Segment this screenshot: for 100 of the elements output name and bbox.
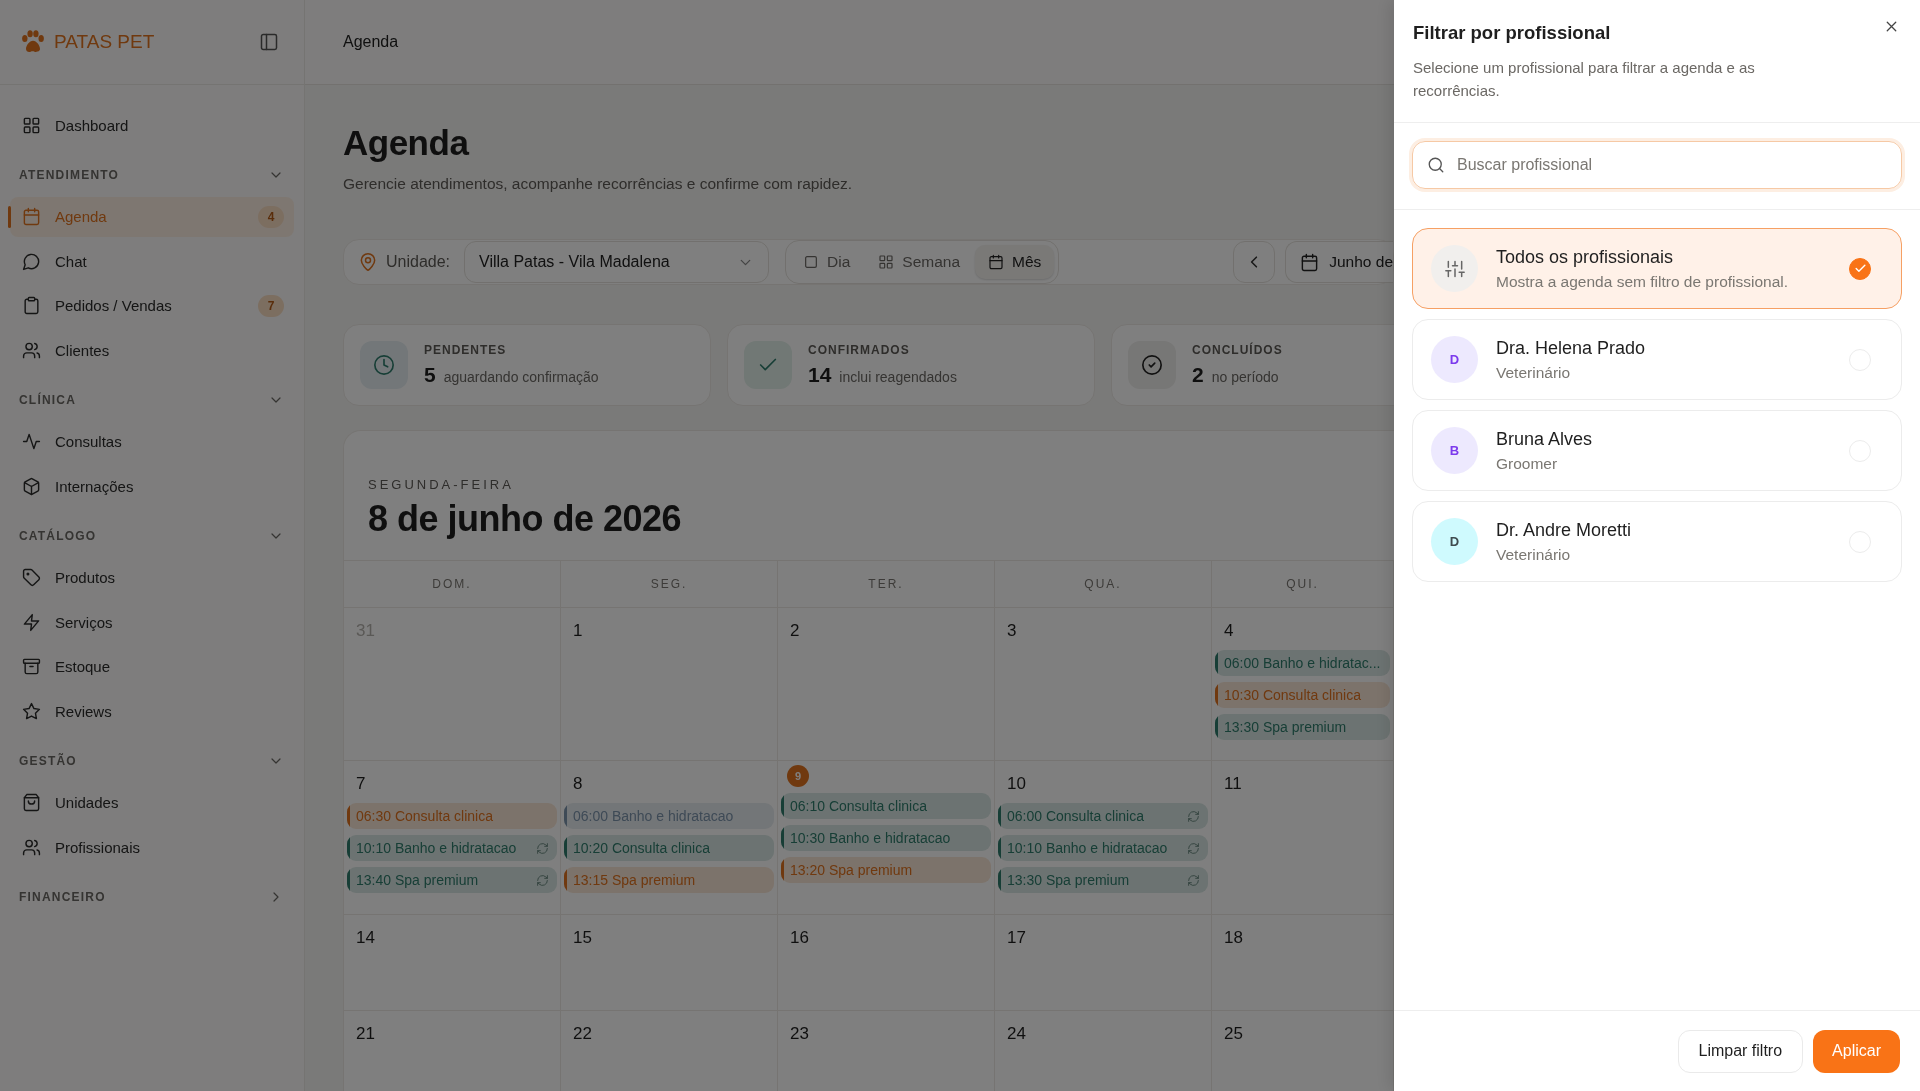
day-number: 15 (573, 927, 592, 949)
count-badge: 4 (258, 205, 284, 228)
professional-name: Todos os profissionais (1496, 246, 1675, 268)
section-header[interactable]: CLÍNICA (10, 380, 294, 419)
sidebar-item[interactable]: Reviews (10, 691, 294, 731)
unit-select[interactable]: Villa Patas - Vila Madalena (464, 241, 770, 283)
initial-avatar: B (1431, 427, 1478, 474)
sidebar-item[interactable]: Internações (10, 466, 294, 506)
page-subtitle: Gerencie atendimentos, acompanhe recorrências e confirme com rapidez. (343, 175, 854, 193)
day-cell[interactable]: 2 (778, 608, 995, 761)
calendar-icon (22, 207, 41, 226)
weekday-header: DOM. (344, 561, 561, 608)
section-title: CATÁLOGO (19, 528, 97, 543)
dashboard-icon (22, 115, 41, 135)
day-cell[interactable]: 14 (344, 915, 561, 1011)
sidebar-item[interactable]: Produtos (10, 557, 294, 598)
day-number: 2 (790, 620, 800, 642)
cube-icon (22, 476, 41, 496)
section-header[interactable]: FINANCEIRO (10, 877, 294, 916)
day-cell[interactable]: 3 (995, 608, 1212, 761)
drawer-description: Selecione um profissional para filtrar a agenda e as recorrências. (1413, 58, 1756, 101)
day-number: 3 (1007, 620, 1017, 642)
professional-option[interactable]: B Bruna Alves Groomer (1412, 410, 1902, 491)
professional-option[interactable]: D Dra. Helena Prado Veterinário (1412, 319, 1902, 400)
day-number: 22 (573, 1023, 592, 1045)
sidebar-item[interactable]: Dashboard (10, 105, 294, 145)
day-cell[interactable]: 15 (561, 915, 778, 1011)
day-cell[interactable]: 1 (561, 608, 778, 761)
section-title: FINANCEIRO (19, 889, 106, 904)
day-number: 7 (356, 773, 366, 795)
sidebar-item[interactable]: Unidades (10, 782, 294, 823)
lightning-icon (22, 612, 41, 632)
day-number: 18 (1224, 927, 1243, 949)
initial-avatar: D (1431, 518, 1478, 565)
stat-value: 14 (808, 363, 832, 387)
day-cell[interactable]: 17 (995, 915, 1212, 1011)
professional-detail: Veterinário (1496, 545, 1572, 564)
professional-name: Bruna Alves (1496, 428, 1594, 450)
sidebar-item[interactable]: Consultas (10, 421, 294, 462)
day-cell[interactable]: 21 (344, 1011, 561, 1091)
day-number: 1 (573, 620, 583, 642)
weekday-header: QUA. (995, 561, 1212, 608)
professional-option[interactable]: D Dr. Andre Moretti Veterinário (1412, 501, 1902, 582)
stat-note: no período (1211, 369, 1279, 385)
day-number: 17 (1007, 927, 1026, 949)
sidebar-item[interactable]: Pedidos / Vendas 7 (10, 285, 294, 326)
view-tab[interactable]: Semana (865, 245, 974, 279)
day-number: 16 (790, 927, 809, 949)
sidebar-item[interactable]: Chat (10, 241, 294, 281)
section-title: CLÍNICA (19, 392, 77, 407)
day-number: 25 (1224, 1023, 1243, 1045)
refresh-icon (1187, 841, 1200, 855)
day-cell[interactable]: 10 06:00 Consulta clinica 10:10 Banho e hidratacao 13:30 Spa premium (995, 761, 1212, 915)
section-header[interactable]: CATÁLOGO (10, 516, 294, 555)
professional-option[interactable]: Todos os profissionais Mostra a agenda sem filtro de profissional. (1412, 228, 1902, 309)
date-button[interactable]: Junho de (1285, 241, 1393, 283)
clear-filter-button[interactable]: Limpar filtro (1677, 1029, 1804, 1073)
brand-name: PATAS PET (54, 31, 155, 53)
star-icon (22, 701, 41, 721)
weekday-header: TER. (778, 561, 995, 608)
refresh-icon (1187, 873, 1200, 887)
check-icon (1853, 262, 1867, 275)
users-icon (22, 340, 41, 360)
professional-detail: Veterinário (1496, 363, 1572, 382)
search-field[interactable]: Buscar profissional (1455, 155, 1887, 175)
day-cell[interactable]: 24 (995, 1011, 1212, 1091)
section-header[interactable]: ATENDIMENTO (10, 155, 294, 194)
count-badge: 7 (258, 294, 284, 317)
view-tab[interactable]: Mês (975, 245, 1055, 279)
professional-detail: Groomer (1496, 454, 1559, 473)
refresh-icon (1187, 809, 1200, 823)
users-icon (22, 837, 41, 857)
sidebar-item[interactable]: Serviços (10, 602, 294, 642)
section-title: GESTÃO (19, 753, 77, 768)
clock-icon (373, 354, 395, 376)
chevron-left-icon (1250, 254, 1259, 270)
day-number: 14 (356, 927, 375, 949)
day-cell[interactable]: 16 (778, 915, 995, 1011)
tag-icon (22, 568, 41, 587)
day-cell[interactable]: 22 (561, 1011, 778, 1091)
section-header[interactable]: GESTÃO (10, 741, 294, 780)
professional-name: Dra. Helena Prado (1496, 337, 1647, 359)
day-number: 9 (787, 765, 809, 787)
day-cell[interactable]: 23 (778, 1011, 995, 1091)
sidebar-item[interactable]: Agenda 4 (10, 196, 294, 237)
view-tab[interactable]: Dia (790, 245, 864, 279)
clipboard-icon (22, 296, 41, 315)
sidebar-toggle[interactable] (259, 32, 279, 52)
grid-icon (878, 254, 895, 270)
day-cell[interactable]: 7 06:30 Consulta clinica 10:10 Banho e hidratacao 13:40 Spa premium (344, 761, 561, 915)
refresh-icon (536, 841, 549, 855)
stat-label: PENDENTES (424, 343, 508, 357)
day-number: 4 (1224, 620, 1234, 642)
day-cell[interactable]: 9 06:10 Consulta clinica 10:30 Banho e hidratacao 13:20 Spa premium (778, 761, 995, 915)
unit-label: Unidade: (386, 253, 451, 271)
sidebar-item[interactable]: Clientes (10, 330, 294, 370)
apply-button[interactable]: Aplicar (1813, 1029, 1900, 1073)
sidebar-item[interactable]: Estoque (10, 646, 294, 687)
sidebar-item[interactable]: Profissionais (10, 827, 294, 867)
search-box[interactable]: Buscar profissional (1412, 141, 1902, 189)
